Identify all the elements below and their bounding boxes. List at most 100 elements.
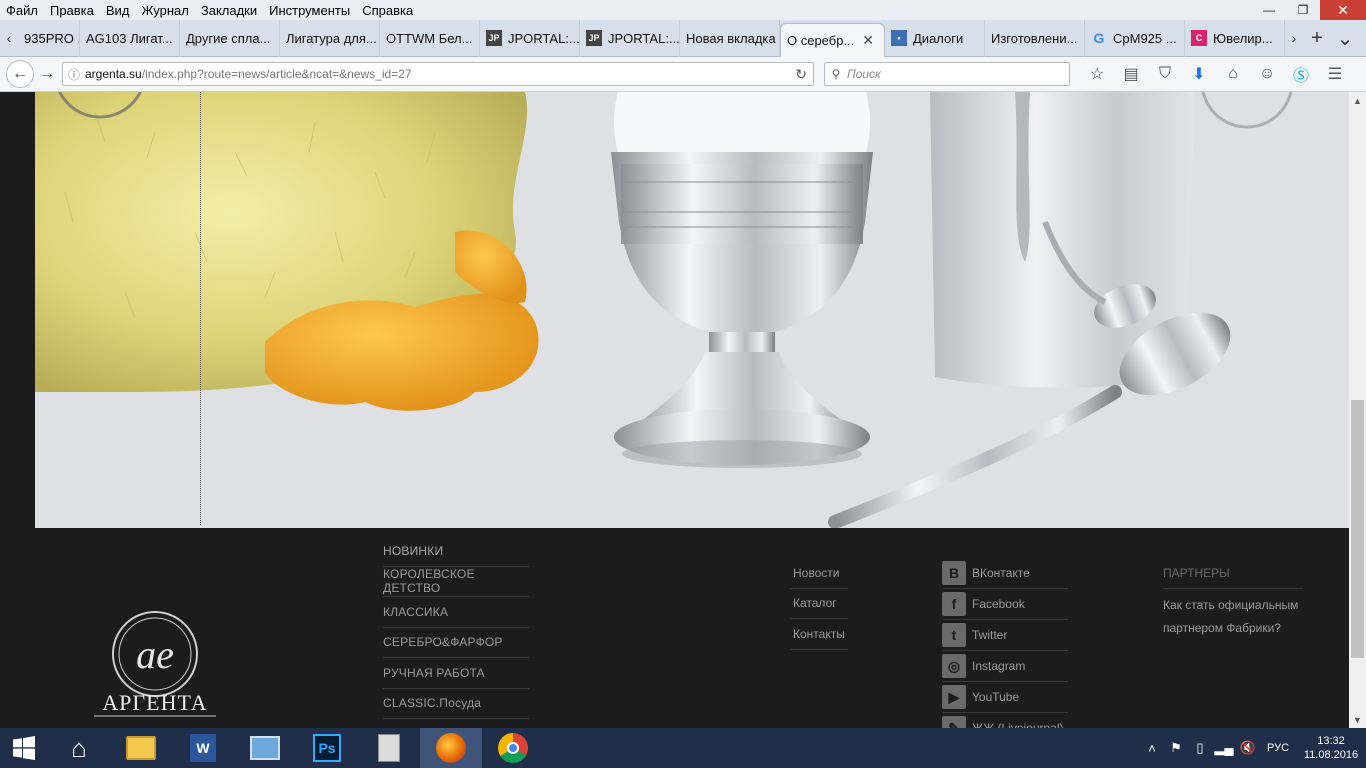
bookmarks-list-icon[interactable]: ▤	[1114, 61, 1148, 87]
pocket-icon[interactable]: ⛉	[1148, 61, 1182, 87]
youtube-icon: ▶	[942, 685, 966, 709]
browser-tab[interactable]: 935PRO ...	[18, 19, 80, 57]
tab-scroll-left-button[interactable]: ‹	[0, 20, 18, 57]
taskbar-calculator-icon[interactable]	[358, 728, 420, 768]
tab-bar: ‹ 935PRO ... AG103 Лигат... Другие спла...…	[0, 19, 1366, 57]
chat-icon[interactable]: ☺	[1250, 61, 1284, 87]
browser-tab[interactable]: C Ювелир...	[1185, 19, 1285, 57]
category-link[interactable]: НОВИНКИ	[383, 536, 529, 567]
social-link[interactable]: ◎ Instagram	[942, 651, 1068, 682]
browser-tab[interactable]: О серебр... ✕	[780, 22, 885, 57]
social-link[interactable]: ✎ ЖЖ (Livejournal)	[942, 713, 1068, 728]
browser-tab[interactable]: Изготовлени...	[985, 19, 1085, 57]
site-favicon-icon: C	[1191, 30, 1207, 46]
scroll-down-button[interactable]: ▼	[1349, 711, 1366, 728]
tab-list-dropdown-icon[interactable]: ⌄	[1331, 26, 1359, 51]
social-label: Facebook	[972, 597, 1025, 611]
battery-icon[interactable]: ▯	[1188, 740, 1212, 756]
partners-block: ПАРТНЕРЫ Как стать официальным партнером…	[1163, 566, 1303, 640]
livejournal-icon: ✎	[942, 716, 966, 728]
social-link[interactable]: t Twitter	[942, 620, 1068, 651]
volume-muted-icon[interactable]: 🔇	[1236, 740, 1260, 756]
footer-link[interactable]: Каталог	[790, 589, 848, 619]
footer-link[interactable]: Контакты	[790, 619, 848, 650]
input-language[interactable]: РУС	[1260, 742, 1296, 754]
back-button[interactable]: ←	[6, 60, 34, 88]
taskbar-chrome-icon[interactable]	[482, 728, 544, 768]
tab-label: Лигатура для...	[286, 30, 377, 46]
scrollbar-thumb[interactable]	[1351, 400, 1364, 658]
search-input[interactable]: ⚲ Поиск	[824, 62, 1070, 86]
browser-tab[interactable]: Другие спла...	[180, 19, 280, 57]
close-window-button[interactable]: ✕	[1320, 0, 1366, 20]
tab-close-icon[interactable]: ✕	[862, 32, 874, 49]
browser-tab[interactable]: JP JPORTAL:...	[580, 19, 680, 57]
browser-tab[interactable]: G СрМ925 ...	[1085, 19, 1185, 57]
browser-tab[interactable]: AG103 Лигат...	[80, 19, 180, 57]
social-link[interactable]: B ВКонтакте	[942, 558, 1068, 589]
taskbar-photoshop-icon[interactable]: Ps	[296, 728, 358, 768]
browser-tab[interactable]: Новая вкладка	[680, 19, 780, 57]
minimize-button[interactable]: —	[1252, 0, 1286, 20]
browser-tab[interactable]: Лигатура для...	[280, 19, 380, 57]
scroll-up-button[interactable]: ▲	[1349, 92, 1366, 109]
svg-text:ae: ae	[136, 632, 174, 677]
twitter-icon: t	[942, 623, 966, 647]
home-icon[interactable]: ⌂	[1216, 61, 1250, 87]
hamburger-menu-icon[interactable]: ☰	[1318, 61, 1352, 87]
network-signal-icon[interactable]: ▂▄	[1212, 740, 1236, 756]
url-bar[interactable]: ⓘ argenta.su /index.php?route=news/artic…	[62, 62, 814, 86]
footer-link[interactable]: Новости	[790, 558, 848, 589]
bookmark-star-icon[interactable]: ☆	[1080, 61, 1114, 87]
social-label: ВКонтакте	[972, 566, 1030, 580]
show-hidden-icons-icon[interactable]: ˄	[1140, 741, 1164, 756]
menu-item[interactable]: Инструменты	[263, 3, 356, 18]
category-link[interactable]: СЕРЕБРО&ФАРФОР	[383, 628, 529, 658]
start-button[interactable]	[0, 728, 48, 768]
clock[interactable]: 13:32 11.08.2016	[1296, 734, 1366, 762]
system-tray: ˄ ⚑ ▯ ▂▄ 🔇 РУС 13:32 11.08.2016	[1140, 728, 1366, 768]
tab-scroll-right-button[interactable]: ›	[1285, 20, 1303, 57]
taskbar-control-panel-icon[interactable]	[234, 728, 296, 768]
category-link[interactable]: КОРОЛЕВСКОЕ ДЕТСТВО	[383, 567, 529, 597]
category-link[interactable]: РУЧНАЯ РАБОТА	[383, 658, 529, 689]
menu-item[interactable]: Закладки	[195, 3, 263, 18]
tab-label: 935PRO ...	[24, 30, 79, 46]
tab-label: О серебр...	[787, 32, 855, 48]
menu-item[interactable]: Правка	[44, 3, 100, 18]
browser-tab[interactable]: ▪ Диалоги	[885, 19, 985, 57]
forward-button[interactable]: →	[34, 61, 60, 87]
divider-line	[200, 92, 201, 525]
social-link[interactable]: ▶ YouTube	[942, 682, 1068, 713]
taskbar-word-icon[interactable]: W	[172, 728, 234, 768]
category-link[interactable]: CLASSIC.Посуда	[383, 689, 529, 719]
menu-item[interactable]: Файл	[0, 3, 44, 18]
partners-link[interactable]: Как стать официальным партнером Фабрики?	[1163, 594, 1303, 640]
taskbar-explorer-icon[interactable]	[110, 728, 172, 768]
menu-item[interactable]: Журнал	[135, 3, 194, 18]
menu-item[interactable]: Вид	[100, 3, 136, 18]
arrow-left-icon: ←	[12, 65, 28, 82]
browser-tab[interactable]: JP JPORTAL:...	[480, 19, 580, 57]
argenta-logo[interactable]: ae АРГЕНТА	[84, 610, 226, 728]
category-menu: НОВИНКИ КОРОЛЕВСКОЕ ДЕТСТВО КЛАССИКА СЕРЕБР…	[383, 536, 529, 728]
taskbar-firefox-icon[interactable]	[420, 728, 482, 768]
page-scrollbar[interactable]: ▲ ▼	[1349, 92, 1366, 728]
info-icon[interactable]: ⓘ	[63, 66, 85, 83]
browser-tab[interactable]: OTTWM Бел...	[380, 19, 480, 57]
action-center-flag-icon[interactable]: ⚑	[1164, 740, 1188, 756]
tab-label: AG103 Лигат...	[86, 30, 173, 46]
menu-item[interactable]: Справка	[356, 3, 419, 18]
category-link[interactable]: КЛАССИКА	[383, 597, 529, 628]
new-tab-button[interactable]: +	[1303, 27, 1331, 50]
taskbar-home-icon[interactable]: ⌂	[48, 728, 110, 768]
skype-icon[interactable]: Ⓢ	[1284, 61, 1318, 87]
instagram-icon: ◎	[942, 654, 966, 678]
category-link[interactable]: ЭЛЕГАНС	[383, 719, 529, 728]
reload-icon[interactable]: ↻	[795, 66, 807, 83]
restore-button[interactable]: ❐	[1286, 0, 1320, 20]
social-link[interactable]: f Facebook	[942, 589, 1068, 620]
social-label: YouTube	[972, 690, 1020, 704]
download-icon[interactable]: ⬇	[1182, 61, 1216, 87]
menu-bar: Файл Правка Вид Журнал Закладки Инструменты Сп…	[0, 0, 1366, 20]
